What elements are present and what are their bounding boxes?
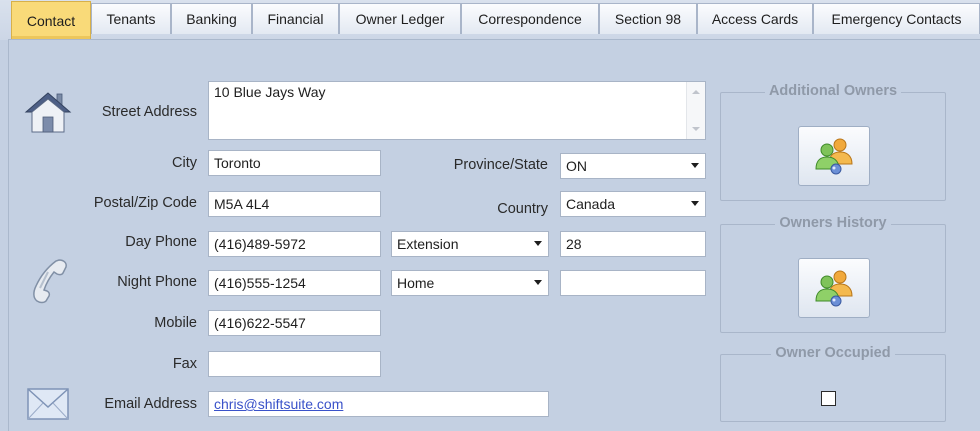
street-address-field[interactable]: 10 Blue Jays Way <box>208 81 706 140</box>
street-address-scrollbar[interactable] <box>686 82 705 139</box>
tab-tenants[interactable]: Tenants <box>91 3 171 34</box>
owners-history-group: Owners History <box>720 215 946 333</box>
scroll-up-icon[interactable] <box>692 90 700 94</box>
chevron-down-icon[interactable] <box>534 280 542 285</box>
mobile-field[interactable]: (416)622-5547 <box>208 310 381 336</box>
city-field[interactable]: Toronto <box>208 150 381 176</box>
street-address-label: Street Address <box>101 104 197 120</box>
night-phone-type-value: Home <box>397 275 435 291</box>
city-label: City <box>172 155 197 171</box>
tab-section-98[interactable]: Section 98 <box>599 3 697 34</box>
province-dropdown[interactable]: ON <box>560 153 706 179</box>
day-phone-type-dropdown[interactable]: Extension <box>391 231 549 257</box>
chevron-down-icon[interactable] <box>691 201 699 206</box>
tab-contact[interactable]: Contact <box>11 1 91 39</box>
night-phone-type-dropdown[interactable]: Home <box>391 270 549 296</box>
tab-emergency-contacts[interactable]: Emergency Contacts <box>813 3 980 34</box>
province-label: Province/State <box>453 157 548 173</box>
owner-occupied-title: Owner Occupied <box>771 345 895 361</box>
country-label: Country <box>497 201 548 217</box>
tab-financial[interactable]: Financial <box>252 3 339 34</box>
tab-correspondence[interactable]: Correspondence <box>461 3 599 34</box>
day-phone-type-value: Extension <box>397 236 459 252</box>
owner-occupied-group: Owner Occupied <box>720 345 946 422</box>
mobile-label: Mobile <box>154 315 197 331</box>
scroll-down-icon[interactable] <box>692 127 700 131</box>
additional-owners-button[interactable] <box>798 126 870 186</box>
email-link[interactable]: chris@shiftsuite.com <box>214 396 343 412</box>
night-phone-field[interactable]: (416)555-1254 <box>208 270 381 296</box>
house-icon <box>24 88 72 136</box>
envelope-icon <box>26 384 70 424</box>
fax-label: Fax <box>172 356 197 372</box>
chevron-down-icon[interactable] <box>534 241 542 246</box>
tab-bar: Contact Tenants Banking Financial Owner … <box>0 0 980 40</box>
day-phone-label: Day Phone <box>125 234 197 250</box>
country-dropdown[interactable]: Canada <box>560 191 706 217</box>
email-address-label: Email Address <box>104 396 197 412</box>
tab-owner-ledger[interactable]: Owner Ledger <box>339 3 461 34</box>
tab-access-cards[interactable]: Access Cards <box>697 3 813 34</box>
country-value: Canada <box>566 196 616 212</box>
chevron-down-icon[interactable] <box>691 163 699 168</box>
postal-code-field[interactable]: M5A 4L4 <box>208 191 381 217</box>
additional-owners-title: Additional Owners <box>764 83 902 99</box>
province-value: ON <box>566 158 587 174</box>
people-group-icon <box>815 138 853 175</box>
day-phone-extension-field[interactable]: 28 <box>560 231 706 257</box>
owner-occupied-checkbox[interactable] <box>821 391 836 406</box>
phone-handset-icon <box>30 258 70 304</box>
postal-code-label: Postal/Zip Code <box>93 195 197 211</box>
owners-history-title: Owners History <box>775 215 891 231</box>
fax-field[interactable] <box>208 351 381 377</box>
people-group-icon <box>815 270 853 307</box>
night-phone-extra-field[interactable] <box>560 270 706 296</box>
day-phone-field[interactable]: (416)489-5972 <box>208 231 381 257</box>
additional-owners-group: Additional Owners <box>720 83 946 201</box>
tab-banking[interactable]: Banking <box>171 3 252 34</box>
street-address-value: 10 Blue Jays Way <box>214 84 326 100</box>
night-phone-label: Night Phone <box>117 274 197 290</box>
owners-history-button[interactable] <box>798 258 870 318</box>
email-field[interactable]: chris@shiftsuite.com <box>208 391 549 417</box>
